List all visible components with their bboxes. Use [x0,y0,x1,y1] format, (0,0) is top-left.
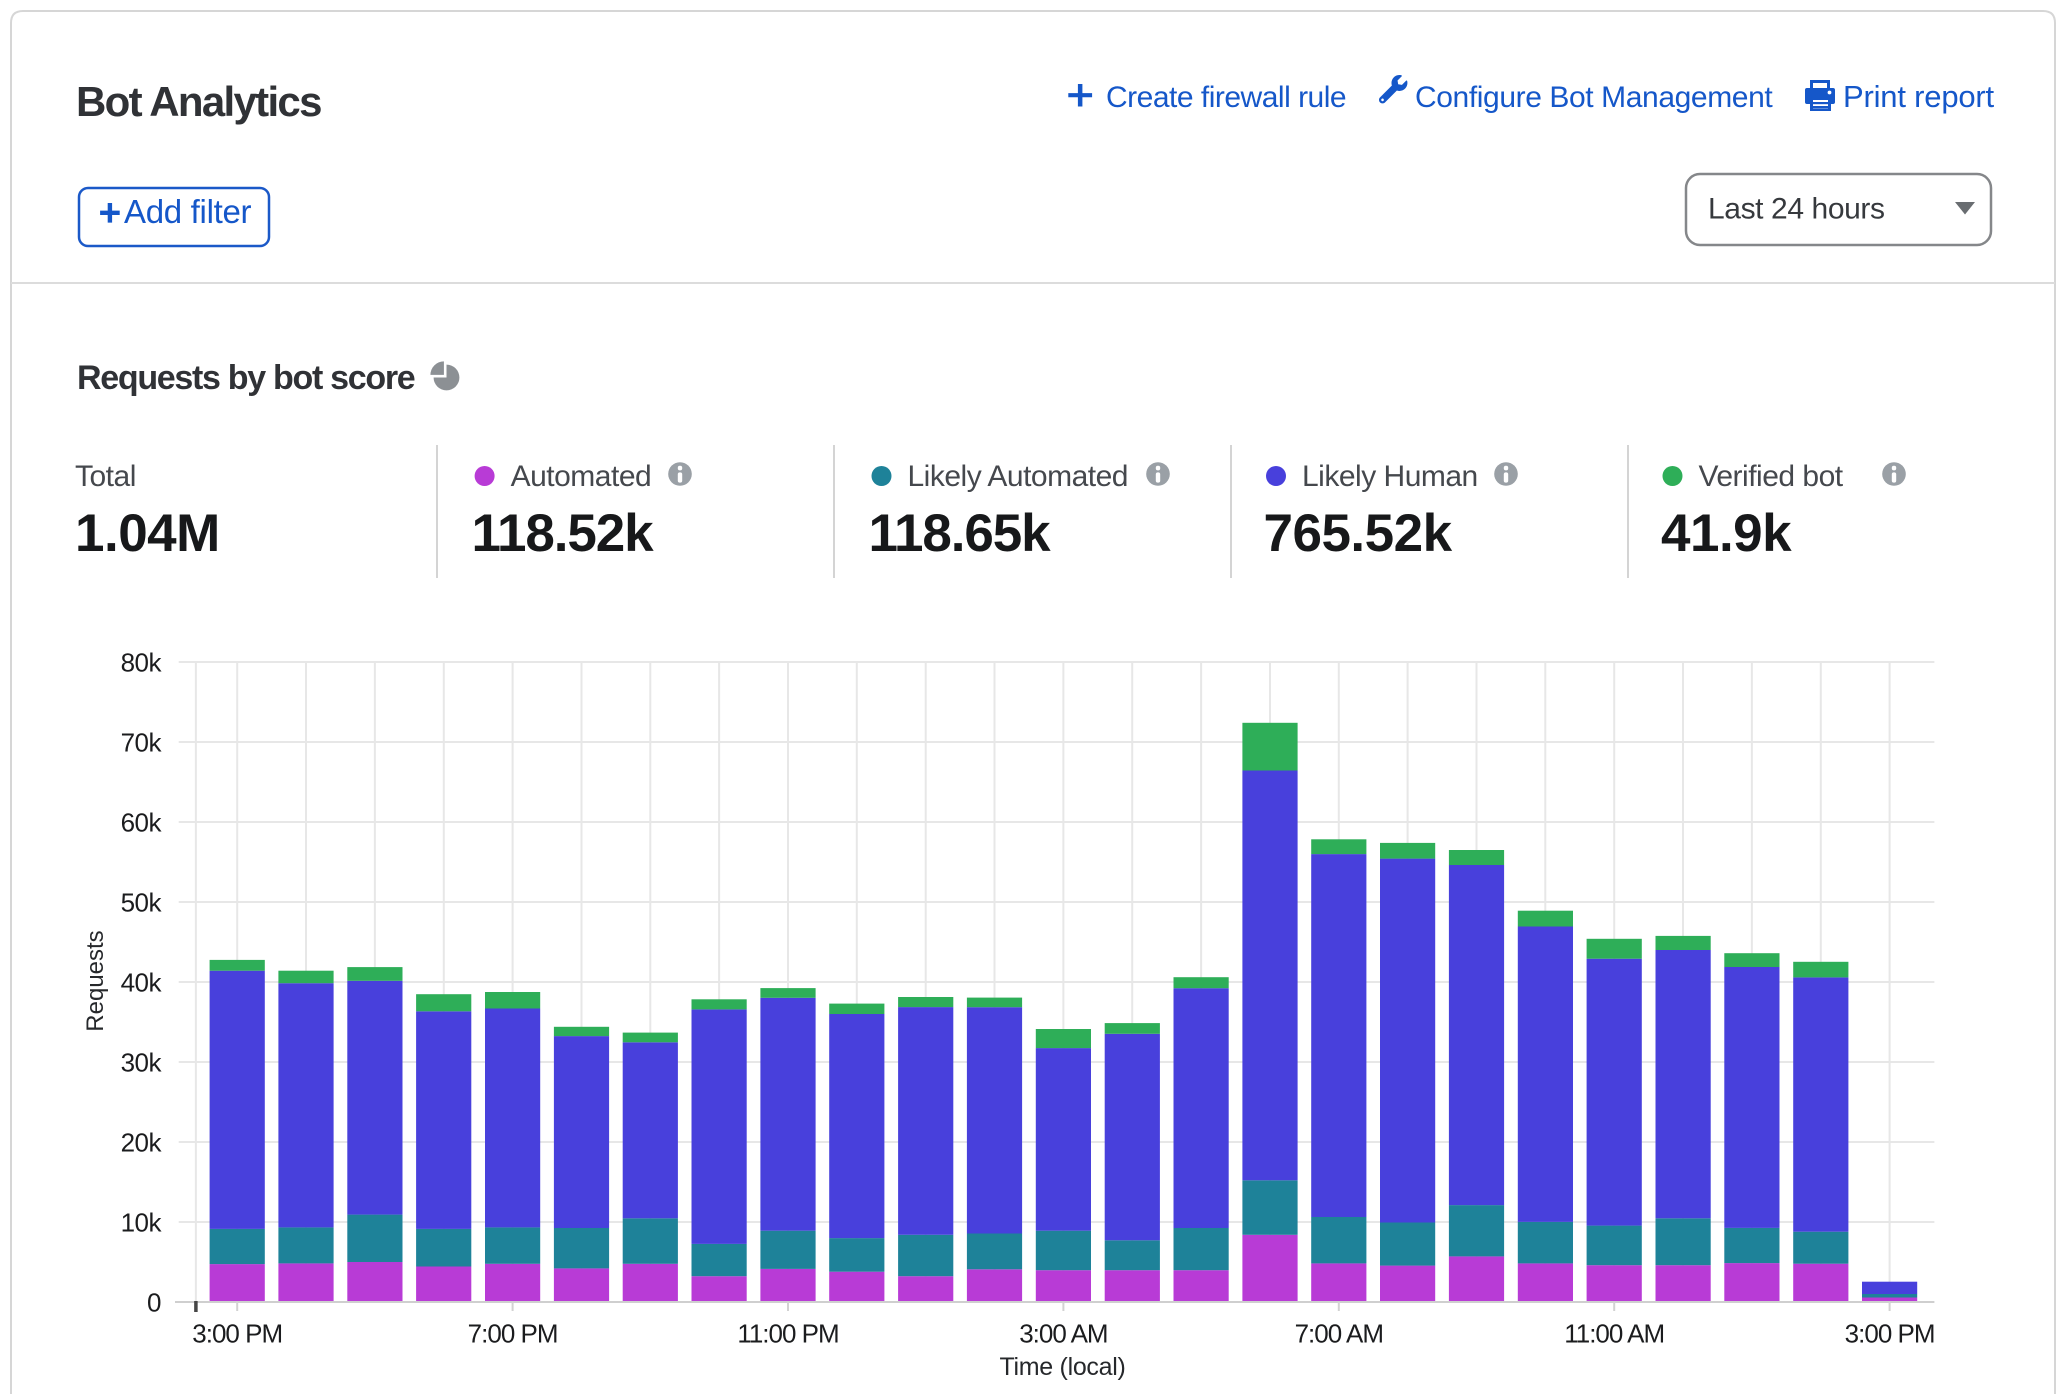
svg-text:7:00 PM: 7:00 PM [468,1319,558,1349]
svg-text:1.04M: 1.04M [75,504,220,563]
svg-text:3:00 AM: 3:00 AM [1019,1319,1107,1349]
svg-text:41.9k: 41.9k [1661,504,1792,563]
svg-text:10k: 10k [121,1208,163,1238]
svg-text:118.52k: 118.52k [472,504,655,563]
svg-text:Verified bot: Verified bot [1699,460,1844,493]
svg-text:Likely Human: Likely Human [1302,460,1478,493]
svg-text:50k: 50k [121,888,163,918]
svg-text:7:00 AM: 7:00 AM [1295,1319,1383,1349]
svg-text:Configure Bot Management: Configure Bot Management [1415,81,1773,114]
svg-text:765.52k: 765.52k [1264,504,1453,563]
svg-text:Total: Total [75,460,136,493]
svg-text:40k: 40k [121,968,163,998]
svg-text:60k: 60k [121,808,163,838]
svg-text:11:00 AM: 11:00 AM [1564,1319,1664,1349]
svg-text:3:00 PM: 3:00 PM [192,1319,282,1349]
svg-text:Requests: Requests [82,930,109,1031]
svg-text:Time (local): Time (local) [999,1353,1125,1381]
svg-text:Add filter: Add filter [124,193,252,230]
svg-text:20k: 20k [121,1128,163,1158]
svg-text:Print report: Print report [1843,79,1995,114]
svg-text:Automated: Automated [511,460,652,493]
svg-text:11:00 PM: 11:00 PM [737,1319,838,1349]
svg-text:3:00 PM: 3:00 PM [1845,1319,1935,1349]
svg-text:30k: 30k [121,1048,163,1078]
svg-text:0: 0 [147,1288,161,1318]
svg-text:70k: 70k [121,728,163,758]
svg-text:118.65k: 118.65k [869,504,1052,563]
svg-text:80k: 80k [121,648,163,678]
svg-text:Likely Automated: Likely Automated [908,460,1128,493]
svg-text:Requests by bot score: Requests by bot score [77,359,415,397]
svg-text:Last 24 hours: Last 24 hours [1708,193,1885,226]
svg-text:Bot Analytics: Bot Analytics [76,78,321,125]
svg-text:Create firewall rule: Create firewall rule [1106,81,1346,114]
